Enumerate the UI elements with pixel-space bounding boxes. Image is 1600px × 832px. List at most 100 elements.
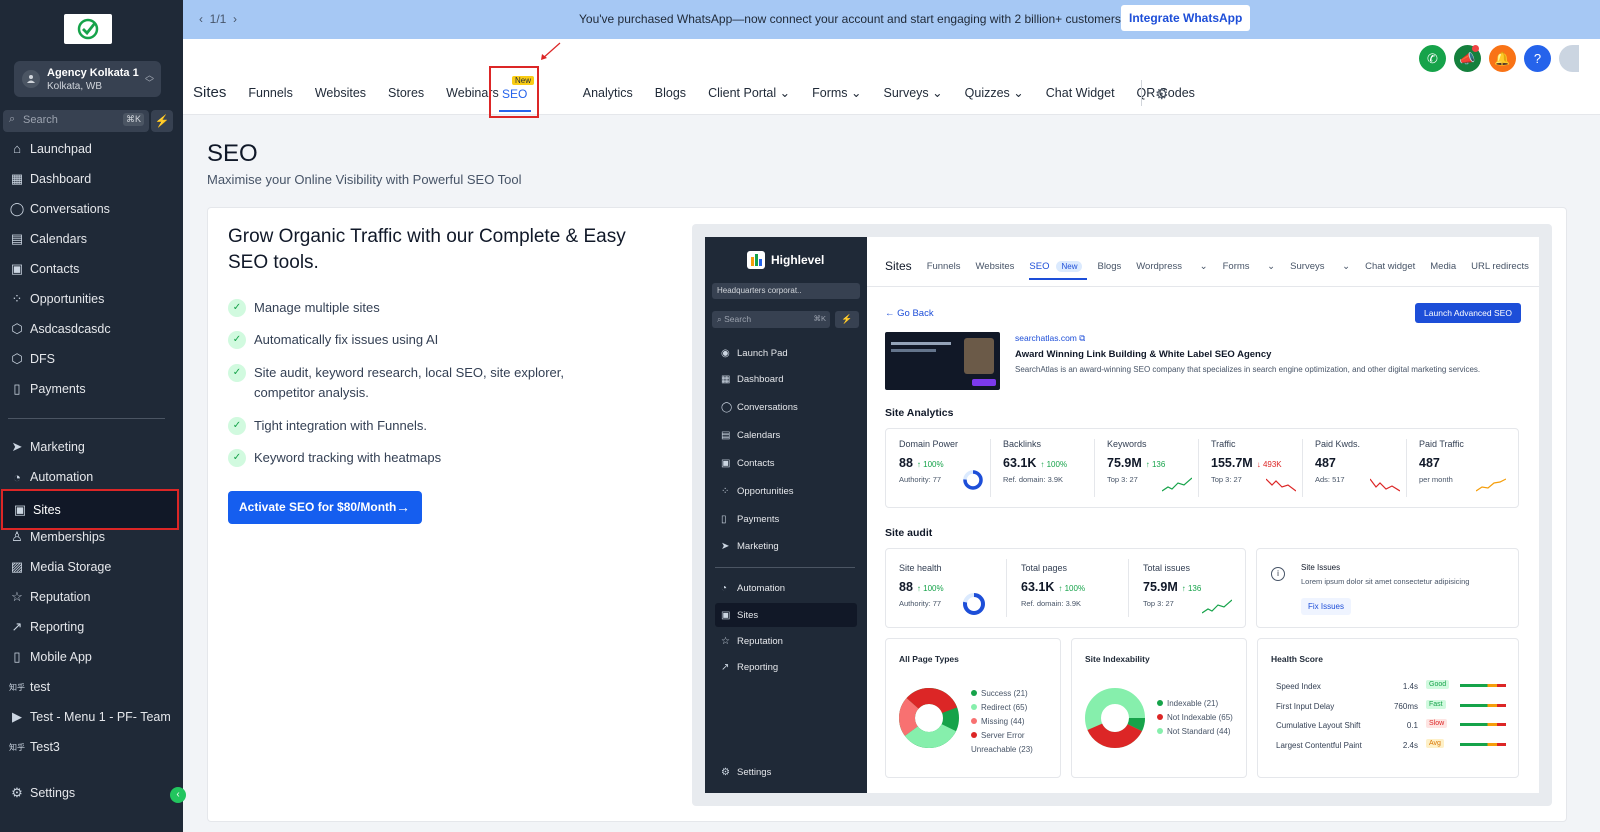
header-actions: ✆ 📣 🔔 ? <box>1419 45 1579 72</box>
chevron-down-icon: ⌄ <box>1013 86 1024 100</box>
tabs-divider <box>1141 80 1142 106</box>
sites-tabs: Sites Funnels Websites Stores Webinars A… <box>193 84 1217 101</box>
sidebar-item-dfs[interactable]: ⬡ DFS <box>0 345 180 373</box>
sidebar-item-settings[interactable]: ⚙ Settings <box>0 779 180 807</box>
sidebar-item-memberships[interactable]: ♙ Memberships <box>0 523 180 551</box>
page-types-legend: Success (21) Redirect (65) Missing (44) … <box>971 689 1033 754</box>
indexability-legend: Indexable (21) Not Indexable (65) Not St… <box>1157 697 1233 739</box>
highlevel-logo-icon <box>747 251 765 269</box>
tab-forms[interactable]: Forms ⌄ <box>812 85 861 100</box>
tab-surveys[interactable]: Surveys ⌄ <box>884 85 943 100</box>
sidebar-item-automation[interactable]: ◔ Automation <box>0 463 180 491</box>
banner-pagination[interactable]: ‹ 1/1 › <box>199 12 237 26</box>
tab-blogs[interactable]: Blogs <box>655 86 686 100</box>
preview-search: ⌕ Search ⌘K <box>712 311 830 328</box>
tab-client-portal[interactable]: Client Portal ⌄ <box>708 85 790 100</box>
metric: Keywords 75.9M ↑ 136 Top 3: 27 <box>1107 439 1166 484</box>
preview-nav-item: ▦ Dashboard <box>721 373 784 385</box>
sidebar-item-reputation[interactable]: ☆ Reputation <box>0 583 180 611</box>
preview-site-desc: SearchAtlas is an award-winning SEO comp… <box>1015 365 1481 374</box>
sidebar-item-test[interactable]: 知乎 test <box>0 673 180 701</box>
check-icon: ✓ <box>228 364 246 382</box>
tab-websites[interactable]: Websites <box>315 86 366 100</box>
preview-analytics-title: Site Analytics <box>885 407 954 419</box>
sidebar-search[interactable]: ⌕ Search ⌘K <box>3 110 149 132</box>
gear-icon[interactable]: ⚙ <box>1155 85 1168 103</box>
tab-seo[interactable]: New SEO <box>489 66 539 118</box>
sidebar-item-media-storage[interactable]: ▨ Media Storage <box>0 553 180 581</box>
contacts-icon: ▣ <box>10 261 24 276</box>
cube-icon: ⬡ <box>11 351 23 366</box>
membership-icon: ♙ <box>11 529 23 544</box>
check-icon: ✓ <box>228 331 246 349</box>
preview-nav-item: ➤ Marketing <box>721 540 779 552</box>
tab-chat-widget[interactable]: Chat Widget <box>1046 86 1115 100</box>
metric: Domain Power 88 ↑ 100% Authority: 77 <box>899 439 959 484</box>
sidebar-item-mobile-app[interactable]: ▯ Mobile App <box>0 643 180 671</box>
sidebar-item-test-menu[interactable]: ▶ Test - Menu 1 - PF- Team <box>0 703 180 731</box>
feature-item: ✓ Automatically fix issues using AI <box>228 330 438 350</box>
sidebar-item-test3[interactable]: 知乎 Test3 <box>0 733 180 761</box>
chevron-down-icon: ⌄ <box>779 86 791 100</box>
bell-icon[interactable]: 🔔 <box>1489 45 1516 72</box>
quick-actions-bolt-icon[interactable]: ⚡ <box>151 110 173 132</box>
preview-go-back: ← Go Back <box>885 308 934 319</box>
help-icon[interactable]: ? <box>1524 45 1551 72</box>
trend-icon: ↗ <box>11 619 23 634</box>
tab-stores[interactable]: Stores <box>388 86 424 100</box>
preview-health-score: Health Score Speed Index 1.4s Good First I… <box>1257 638 1519 778</box>
preview-nav-item: ◔ Automation <box>721 582 786 594</box>
search-icon: ⌕ <box>9 113 16 125</box>
sidebar-item-asdcasdcasdc[interactable]: ⬡ Asdcasdcasdc <box>0 315 180 343</box>
mobile-icon: ▯ <box>13 649 21 664</box>
chevron-left-icon[interactable]: ‹ <box>199 12 203 26</box>
send-icon: ➤ <box>11 439 23 454</box>
donut-mini <box>963 470 983 490</box>
integrate-whatsapp-button[interactable]: Integrate WhatsApp <box>1121 5 1251 31</box>
seo-promo-card: Grow Organic Traffic with our Complete &… <box>207 207 1567 822</box>
megaphone-icon[interactable]: 📣 <box>1454 45 1481 72</box>
sidebar-item-launchpad[interactable]: ⌂ Launchpad <box>0 138 180 156</box>
donut-mini <box>963 593 985 615</box>
tab-quizzes[interactable]: Quizzes ⌄ <box>965 85 1024 100</box>
location-switcher[interactable]: Agency Kolkata 1 Kolkata, WB ︿ ﹀ <box>14 61 161 97</box>
health-rows: Speed Index 1.4s Good First Input Delay 760… <box>1276 680 1506 760</box>
sidebar-item-dashboard[interactable]: ▦ Dashboard <box>0 165 180 193</box>
automation-icon: ◔ <box>13 469 21 485</box>
metric: Total pages 63.1K ↑ 100% Ref. domain: 3.9K <box>1021 563 1086 608</box>
sparkline <box>1370 478 1400 492</box>
preview-audit-title: Site audit <box>885 527 933 539</box>
tab-analytics[interactable]: Analytics <box>583 86 633 100</box>
preview-main: Sites Funnels Websites SEO New Blogs Wor… <box>867 237 1539 793</box>
check-logo-icon <box>77 18 99 40</box>
preview-launch-button: Launch Advanced SEO <box>1415 303 1521 323</box>
tab-sites-title: Sites <box>193 84 227 101</box>
calendar-icon: ▤ <box>10 231 24 246</box>
chevron-right-icon[interactable]: › <box>233 12 237 26</box>
info-icon: i <box>1271 567 1285 581</box>
metric: Total issues 75.9M ↑ 136 Top 3: 27 <box>1143 563 1202 608</box>
sidebar-item-opportunities[interactable]: ⁘ Opportunities <box>0 285 180 313</box>
image-icon: ▨ <box>10 559 24 574</box>
sidebar-item-calendars[interactable]: ▤ Calendars <box>0 225 180 253</box>
sidebar-item-payments[interactable]: ▯ Payments <box>0 375 180 403</box>
tab-funnels[interactable]: Funnels <box>248 86 292 100</box>
sidebar-item-marketing[interactable]: ➤ Marketing <box>0 433 180 461</box>
tab-seo-label: SEO <box>502 87 528 101</box>
preview-nav-item: ↗ Reporting <box>721 661 779 673</box>
new-badge: New <box>512 76 535 85</box>
avatar[interactable] <box>1559 45 1579 72</box>
preview-audit-box: Site health 88 ↑ 100% Authority: 77 Total p… <box>885 548 1246 628</box>
activate-seo-button[interactable]: Activate SEO for $80/Month → <box>228 491 422 524</box>
check-icon: ✓ <box>228 417 246 435</box>
preview-bolt-icon: ⚡ <box>835 311 859 328</box>
whatsapp-banner: ‹ 1/1 › You've purchased WhatsApp—now co… <box>183 0 1600 39</box>
sidebar: Agency Kolkata 1 Kolkata, WB ︿ ﹀ ⌕ Search… <box>0 0 186 832</box>
sidebar-item-conversations[interactable]: ◯ Conversations <box>0 195 180 223</box>
company-logo[interactable] <box>64 14 112 44</box>
sidebar-item-reporting[interactable]: ↗ Reporting <box>0 613 180 641</box>
preview-logo: Highlevel <box>747 251 824 269</box>
phone-icon[interactable]: ✆ <box>1419 45 1446 72</box>
sidebar-item-contacts[interactable]: ▣ Contacts <box>0 255 180 283</box>
preview-nav-item: ⚙ Settings <box>721 766 772 778</box>
